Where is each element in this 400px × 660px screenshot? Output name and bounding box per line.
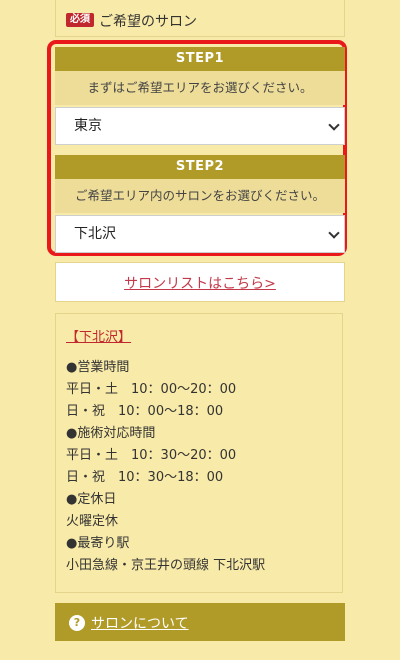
info-line: 日・祝 10：00〜18：00 bbox=[66, 404, 224, 419]
step2-description: ご希望エリア内のサロンをお選びください。 bbox=[55, 179, 345, 213]
info-line: ●最寄り駅 bbox=[66, 536, 130, 551]
info-line: 日・祝 10：30〜18：00 bbox=[66, 470, 224, 485]
area-select-value: 東京 bbox=[74, 118, 102, 134]
chevron-down-icon bbox=[328, 119, 340, 131]
salon-select[interactable]: 下北沢 bbox=[55, 215, 345, 253]
step2-header: STEP2 bbox=[55, 155, 345, 179]
salon-field-header: 必須 ご希望のサロン bbox=[55, 0, 345, 37]
required-badge: 必須 bbox=[66, 13, 94, 27]
about-salon-bar[interactable]: ? サロンについて bbox=[55, 603, 345, 641]
about-salon-link[interactable]: サロンについて bbox=[91, 613, 189, 633]
info-line: 火曜定休 bbox=[66, 514, 119, 529]
info-line: 平日・土 10：00〜20：00 bbox=[66, 382, 237, 397]
info-line: 平日・土 10：30〜20：00 bbox=[66, 448, 237, 463]
info-line: ●施術対応時間 bbox=[66, 426, 156, 441]
salon-select-value: 下北沢 bbox=[74, 226, 116, 242]
salon-info-title: 【下北沢】 bbox=[66, 330, 132, 345]
salon-list-link[interactable]: サロンリストはこちら> bbox=[124, 273, 276, 293]
salon-info-box: 【下北沢】 ●営業時間 平日・土 10：00〜20：00 日・祝 10：00〜1… bbox=[55, 313, 343, 593]
info-line: ●営業時間 bbox=[66, 360, 130, 375]
info-line: ●定休日 bbox=[66, 492, 117, 507]
salon-list-link-box: サロンリストはこちら> bbox=[55, 262, 345, 302]
question-icon: ? bbox=[69, 615, 85, 631]
salon-field-label: ご希望のサロン bbox=[99, 14, 197, 30]
info-line: 小田急線・京王井の頭線 下北沢駅 bbox=[66, 558, 266, 573]
area-select[interactable]: 東京 bbox=[55, 107, 345, 145]
chevron-down-icon bbox=[328, 227, 340, 239]
step1-header: STEP1 bbox=[55, 47, 345, 71]
step1-description: まずはご希望エリアをお選びください。 bbox=[55, 71, 345, 105]
